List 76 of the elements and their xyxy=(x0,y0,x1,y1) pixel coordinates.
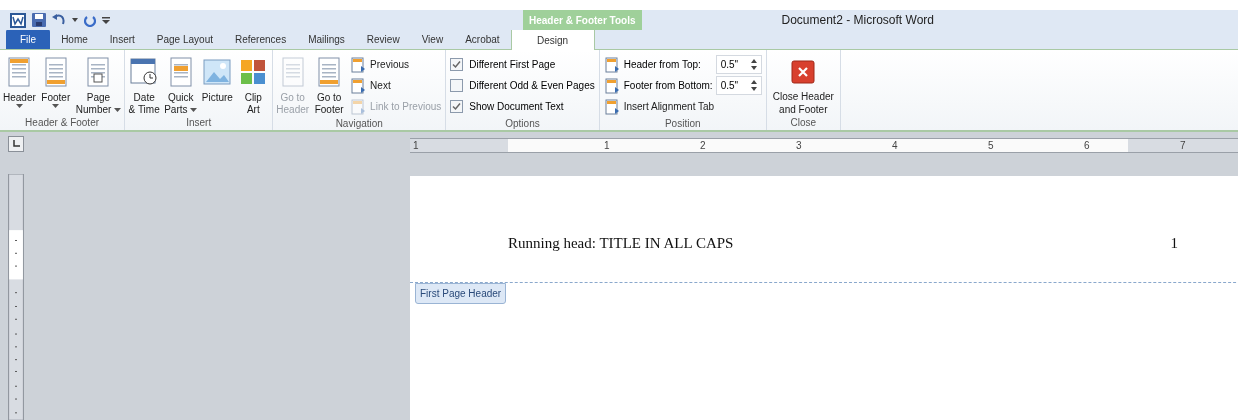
dropdown-caret-icon xyxy=(114,108,122,113)
checkbox-label: Show Document Text xyxy=(469,100,564,114)
dropdown-caret-icon xyxy=(15,104,23,108)
spinner-label: Header from Top: xyxy=(623,58,702,72)
ribbon-tab[interactable]: Mailings xyxy=(297,29,356,49)
checkbox-option[interactable]: Different First Page xyxy=(450,54,595,75)
ribbon-small-button[interactable]: Previous xyxy=(350,54,442,75)
ribbon-tab[interactable]: Review xyxy=(355,29,411,49)
header-tag: First Page Header xyxy=(415,283,507,304)
header-position-icon xyxy=(603,56,620,73)
checkbox[interactable] xyxy=(450,79,464,92)
ruler-number: 3 xyxy=(796,139,802,153)
ribbon-large-button[interactable]: Date & Time xyxy=(127,52,162,116)
window-title: Document2 - Microsoft Word xyxy=(781,12,934,29)
redo-icon[interactable] xyxy=(84,13,96,27)
tab-selector[interactable] xyxy=(8,136,24,152)
ribbon-small-button[interactable]: Next xyxy=(350,75,442,96)
spinner-label: Footer from Bottom: xyxy=(623,79,712,93)
ruler-number: 1 xyxy=(604,139,610,153)
running-head-text: Running head: TITLE IN ALL CAPS xyxy=(508,233,734,253)
spin-arrows-icon[interactable] xyxy=(750,80,757,91)
checkbox[interactable] xyxy=(450,58,464,71)
ribbon-tab[interactable]: Insert xyxy=(98,29,146,49)
group-label: Position xyxy=(663,117,702,131)
group-label: Options xyxy=(504,117,541,131)
ruler-number: 2 xyxy=(700,139,706,153)
spinner-field[interactable]: 0.5" xyxy=(715,55,762,74)
group-label: Header & Footer xyxy=(24,116,101,130)
ribbon-large-button[interactable]: Quick Parts xyxy=(163,52,199,116)
page-number: 1 xyxy=(1170,233,1178,253)
word-logo-icon[interactable] xyxy=(10,12,26,28)
dropdown-caret-icon xyxy=(52,104,60,108)
ribbon-tab[interactable]: References xyxy=(224,29,298,49)
ruler-number: 7 xyxy=(1180,139,1186,153)
ruler-number: 5 xyxy=(988,139,994,153)
next-icon xyxy=(350,77,367,94)
ribbon-tab[interactable]: Design xyxy=(510,29,595,50)
ribbon-tab[interactable]: View xyxy=(410,29,455,49)
checkbox[interactable] xyxy=(450,100,464,113)
file-tab[interactable]: File xyxy=(6,29,51,49)
dropdown-caret-icon xyxy=(190,108,198,113)
close-icon xyxy=(791,60,816,84)
ribbon-large-button[interactable]: Clip Art xyxy=(236,52,271,116)
ribbon-tab[interactable]: Home xyxy=(50,29,99,49)
checkbox-label: Different Odd & Even Pages xyxy=(469,79,595,93)
checkbox-option[interactable]: Different Odd & Even Pages xyxy=(450,75,595,96)
checkbox-option[interactable]: Show Document Text xyxy=(450,96,595,117)
ruler-number: 4 xyxy=(892,139,898,153)
alignment-tab-icon xyxy=(603,98,620,115)
contextual-tab-group: Header & Footer Tools xyxy=(523,10,642,30)
save-icon[interactable] xyxy=(32,13,46,27)
left-tab-icon xyxy=(12,140,20,148)
ruler-number: 1 xyxy=(413,139,419,153)
ribbon-large-button[interactable]: Go to Footer xyxy=(312,52,347,116)
ribbon-large-button[interactable]: Footer xyxy=(38,52,73,108)
ribbon-large-button[interactable]: Header xyxy=(2,52,37,108)
customize-toolbar-icon[interactable] xyxy=(102,15,110,25)
checkbox-label: Different First Page xyxy=(469,58,556,72)
ribbon-large-button[interactable]: Page Number xyxy=(74,52,123,116)
spin-arrows-icon[interactable] xyxy=(750,59,757,70)
spinner-field[interactable]: 0.5" xyxy=(715,76,762,95)
group-label: Close xyxy=(789,116,818,130)
dropdown-caret-icon[interactable] xyxy=(72,18,78,22)
link-icon xyxy=(350,98,367,115)
previous-icon xyxy=(350,56,367,73)
group-label: Navigation xyxy=(334,117,384,131)
ribbon-large-button[interactable]: Picture xyxy=(200,52,235,104)
ribbon-tab[interactable]: Acrobat xyxy=(454,29,511,49)
picture-icon xyxy=(201,56,234,88)
group-label: Insert xyxy=(185,116,213,130)
undo-icon[interactable] xyxy=(52,14,66,26)
close-header-footer-button[interactable]: Close Header and Footer xyxy=(768,52,838,116)
ribbon-small-button[interactable]: Insert Alignment Tab xyxy=(603,96,762,117)
ruler-number: 6 xyxy=(1084,139,1090,153)
footer-position-icon xyxy=(603,77,620,94)
ribbon-tab[interactable]: Page Layout xyxy=(145,29,224,49)
